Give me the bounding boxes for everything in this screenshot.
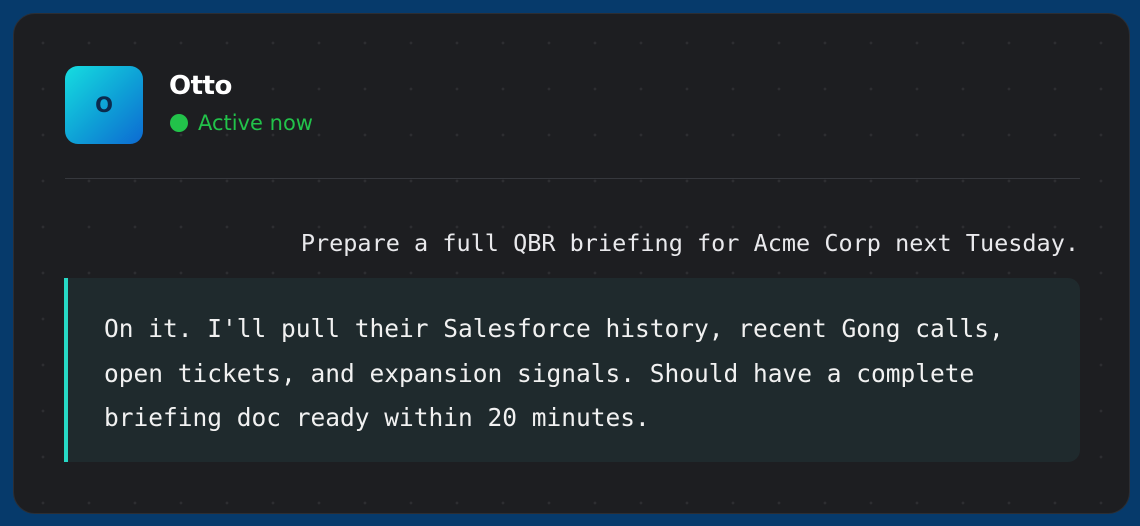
assistant-message: On it. I'll pull their Salesforce histor… xyxy=(64,278,1080,462)
online-dot-icon xyxy=(170,114,188,132)
status-text: Active now xyxy=(198,111,313,135)
user-message: Prepare a full QBR briefing for Acme Cor… xyxy=(300,229,1079,257)
assistant-message-text: On it. I'll pull their Salesforce histor… xyxy=(104,314,1004,432)
contact-name: Otto xyxy=(169,71,232,101)
chat-card: O Otto Active now Prepare a full QBR bri… xyxy=(13,13,1130,514)
status-indicator: Active now xyxy=(170,111,313,135)
header-divider xyxy=(65,178,1080,179)
avatar: O xyxy=(65,66,143,144)
avatar-initial: O xyxy=(95,93,113,117)
